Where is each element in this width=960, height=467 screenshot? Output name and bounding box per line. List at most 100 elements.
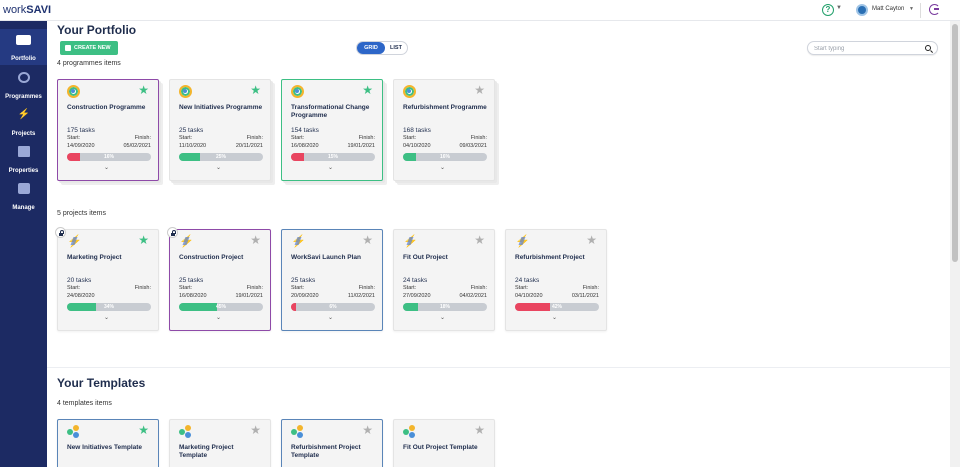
finish-label: Finish: (358, 285, 375, 291)
star-icon[interactable]: ★ (138, 84, 149, 96)
user-name[interactable]: Matt Cayton (872, 6, 904, 12)
template-card[interactable]: ★ Fit Out Project Template (393, 419, 495, 467)
programme-name: Construction Programme (67, 104, 146, 111)
programme-card[interactable]: ★ Construction Programme 175 tasks Start: Fi… (57, 79, 159, 181)
star-icon[interactable]: ★ (250, 424, 261, 436)
start-finish-labels: Start: Finish: (67, 135, 151, 141)
project-icon: ⚡ (403, 234, 418, 248)
chevron-down-icon[interactable]: ▼ (836, 5, 842, 11)
dates-row: 11/10/2020 20/11/2021 (179, 143, 263, 149)
logo-text-bold: SAVI (26, 4, 52, 16)
task-count: 24 tasks (515, 277, 540, 284)
start-date: 11/10/2020 (179, 143, 207, 149)
star-icon[interactable]: ★ (362, 84, 373, 96)
properties-icon (17, 146, 30, 157)
sidebar-item-manage[interactable]: Manage (0, 177, 47, 213)
star-icon[interactable]: ★ (362, 234, 373, 246)
start-label: Start: (403, 135, 417, 141)
create-new-button[interactable]: CREATE NEW (60, 41, 118, 55)
template-card[interactable]: ★ Marketing Project Template (169, 419, 271, 467)
sidebar-item-programmes[interactable]: Programmes (0, 66, 47, 102)
grid-view-button[interactable]: GRID (357, 42, 385, 54)
project-card[interactable]: ⚡ ★ WorkSavi Launch Plan 25 tasks Start: Fini… (281, 229, 383, 331)
chevron-down-icon[interactable]: ⌄ (552, 314, 557, 321)
dates-row: 04/10/2020 09/03/2021 (403, 143, 487, 149)
projects-count: 5 projects items (57, 210, 107, 217)
section-divider (47, 367, 950, 368)
star-icon[interactable]: ★ (362, 424, 373, 436)
chevron-down-icon[interactable]: ⌄ (216, 314, 221, 321)
start-date: 20/09/2020 (291, 293, 319, 299)
finish-label: Finish: (134, 135, 151, 141)
list-view-button[interactable]: LIST (385, 42, 407, 54)
search-icon[interactable] (925, 45, 931, 51)
task-count: 25 tasks (179, 277, 204, 284)
template-card[interactable]: ★ New Initiatives Template (57, 419, 159, 467)
avatar[interactable] (856, 4, 868, 16)
star-icon[interactable]: ★ (586, 234, 597, 246)
worksavi-logo[interactable]: workSAVI (3, 4, 51, 16)
chevron-down-icon[interactable]: ⌄ (104, 314, 109, 321)
sidebar-item-projects[interactable]: ⚡ Projects (0, 103, 47, 139)
scrollbar-thumb[interactable] (952, 24, 958, 262)
project-name: Refurbishment Project (515, 254, 585, 261)
dates-row: 24/08/2020 (67, 293, 151, 299)
start-date: 24/08/2020 (67, 293, 95, 299)
chevron-down-icon[interactable]: ⌄ (216, 164, 221, 171)
portfolio-icon (16, 35, 31, 45)
progress-bar: 34% (67, 303, 151, 311)
project-card[interactable]: ⚡ ★ Marketing Project 20 tasks Start: Finish:… (55, 227, 159, 331)
star-icon[interactable]: ★ (474, 234, 485, 246)
lock-icon (167, 227, 178, 238)
templates-count: 4 templates items (57, 400, 112, 407)
view-toggle: GRID LIST (356, 41, 408, 55)
chevron-down-icon[interactable]: ⌄ (440, 314, 445, 321)
chevron-down-icon[interactable]: ▼ (909, 6, 914, 12)
programme-card[interactable]: ★ Transformational Change Programme 154 ta… (281, 79, 383, 181)
chevron-down-icon[interactable]: ⌄ (328, 314, 333, 321)
sidebar-item-label: Manage (12, 205, 35, 211)
start-label: Start: (179, 135, 193, 141)
sidebar-item-properties[interactable]: Properties (0, 140, 47, 176)
project-name: Construction Project (179, 254, 244, 261)
search-input[interactable] (814, 43, 919, 54)
chevron-down-icon[interactable]: ⌄ (328, 164, 333, 171)
star-icon[interactable]: ★ (138, 234, 149, 246)
project-icon: ⚡ (179, 234, 194, 248)
help-icon[interactable]: ? (822, 4, 834, 16)
task-count: 25 tasks (291, 277, 316, 284)
programme-card[interactable]: ★ Refurbishment Programme 168 tasks Start: F… (393, 79, 495, 181)
finish-label: Finish: (358, 135, 375, 141)
star-icon[interactable]: ★ (474, 84, 485, 96)
star-icon[interactable]: ★ (250, 234, 261, 246)
finish-date: 04/02/2021 (459, 293, 487, 299)
logout-icon[interactable] (929, 4, 940, 15)
star-icon[interactable]: ★ (138, 424, 149, 436)
template-icon (403, 425, 416, 438)
programme-icon (403, 85, 416, 98)
start-finish-labels: Start: Finish: (403, 135, 487, 141)
progress-bar: 45% (179, 303, 263, 311)
sidebar: Portfolio Programmes ⚡ Projects Properties Ma… (0, 21, 47, 467)
project-card[interactable]: ⚡ ★ Construction Project 25 tasks Start: Fini… (167, 227, 271, 331)
main-content: Your Portfolio CREATE NEW GRID LIST 4 pr… (47, 21, 950, 467)
sidebar-item-label: Projects (11, 131, 36, 137)
finish-label: Finish: (470, 285, 487, 291)
project-card[interactable]: ⚡ ★ Refurbishment Project 24 tasks Start: Fin… (505, 229, 607, 331)
programme-name: New Initiatives Programme (179, 104, 263, 111)
search-box (807, 41, 938, 55)
chevron-down-icon[interactable]: ⌄ (104, 164, 109, 171)
start-label: Start: (67, 285, 81, 291)
template-card[interactable]: ★ Refurbishment Project Template (281, 419, 383, 467)
star-icon[interactable]: ★ (250, 84, 261, 96)
sidebar-item-portfolio[interactable]: Portfolio (0, 29, 47, 65)
finish-date: 19/01/2021 (347, 143, 375, 149)
start-date: 04/10/2020 (515, 293, 543, 299)
chevron-down-icon[interactable]: ⌄ (440, 164, 445, 171)
star-icon[interactable]: ★ (474, 424, 485, 436)
progress-percent: 16% (439, 154, 450, 160)
progress-bar: 6% (291, 303, 375, 311)
start-label: Start: (67, 135, 81, 141)
programme-card[interactable]: ★ New Initiatives Programme 25 tasks Start:… (169, 79, 271, 181)
project-card[interactable]: ⚡ ★ Fit Out Project 24 tasks Start: Finish: 27… (393, 229, 495, 331)
